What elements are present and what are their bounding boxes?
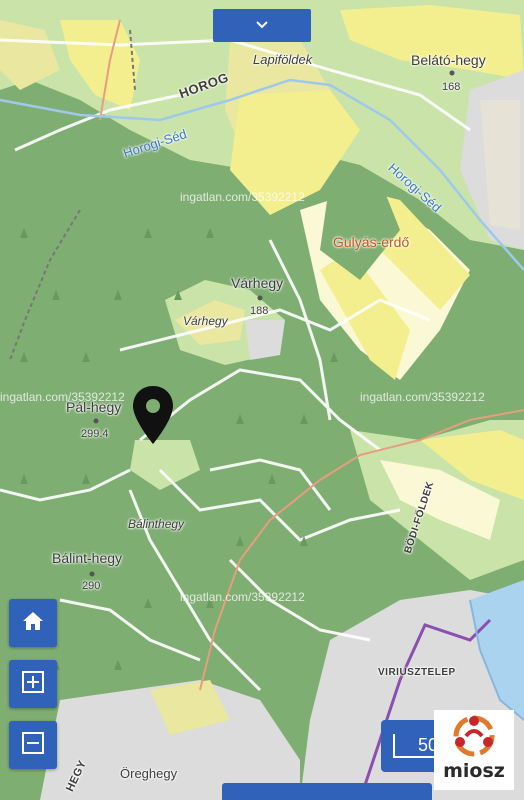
watermark-top: ingatlan.com/35392212 (180, 190, 305, 204)
place-label-belato-hegy: Belátó-hegy (411, 52, 486, 68)
place-label-balinthegy-area: Bálinthegy (128, 517, 185, 531)
minus-icon (22, 731, 44, 759)
elevation-label-pal-hegy: 299.4 (81, 428, 109, 440)
place-label-varhegy-peak: Várhegy (231, 275, 284, 291)
place-label-varhegy-area: Várhegy (183, 314, 228, 328)
place-label-lapifoldek: Lapiföldek (253, 52, 313, 67)
logo-text: miosz (443, 760, 505, 782)
miosz-logo: miosz (434, 710, 514, 790)
miosz-logo-emblem (453, 715, 495, 757)
plus-icon (22, 670, 44, 698)
place-label-balint-hegy: Bálint-hegy (52, 550, 123, 566)
chevron-down-icon (255, 17, 269, 35)
watermark-bottom: ingatlan.com/35392212 (180, 590, 305, 604)
place-label-viriusztelep: VIRIUSZTELEP (378, 667, 456, 678)
zoom-out-button[interactable] (9, 721, 57, 769)
watermark-left: ingatlan.com/35392212 (0, 390, 125, 404)
elevation-label-belato: 168 (442, 81, 461, 93)
scale-indicator: 50 (381, 720, 441, 772)
elevation-label-varhegy: 188 (250, 305, 269, 317)
place-label-oreghegy: Öreghegy (120, 766, 178, 781)
home-icon (22, 611, 44, 636)
collapse-button[interactable] (213, 9, 311, 42)
watermark-right: ingatlan.com/35392212 (360, 390, 485, 404)
place-label-gulyas-erdo: Gulyás-erdő (333, 234, 410, 250)
location-marker-icon[interactable] (131, 384, 175, 446)
home-button[interactable] (9, 599, 57, 647)
elevation-label-balint-hegy: 290 (82, 580, 101, 592)
bottom-panel-handle[interactable] (222, 783, 432, 800)
zoom-in-button[interactable] (9, 660, 57, 708)
